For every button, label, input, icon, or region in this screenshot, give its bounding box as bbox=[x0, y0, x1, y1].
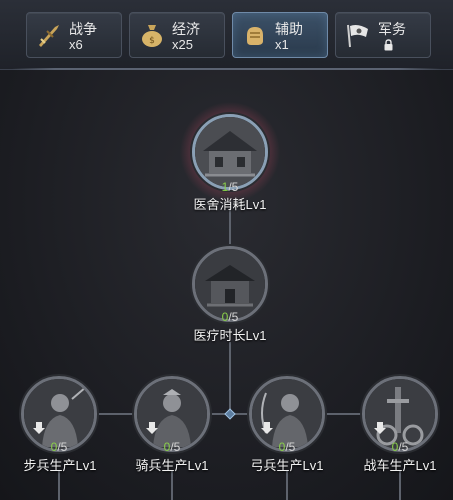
progress-text: 0/5 bbox=[132, 440, 212, 454]
node-frame bbox=[192, 114, 268, 190]
category-tab-bar: 战争 x6 $ 经济 x25 辅助 x1 军务 bbox=[0, 0, 453, 70]
arrow-down-icon bbox=[374, 422, 386, 434]
connector-line bbox=[229, 342, 231, 414]
chariot-icon bbox=[365, 379, 435, 449]
node-name: 骑兵生产Lv1 bbox=[135, 458, 209, 473]
svg-text:$: $ bbox=[149, 36, 155, 46]
sword-icon bbox=[39, 25, 59, 47]
money-bag-icon: $ bbox=[142, 25, 162, 47]
progress-text: 0/5 bbox=[19, 440, 99, 454]
connector-line bbox=[58, 470, 60, 500]
tab-label: 战争 bbox=[69, 21, 97, 37]
connector-junction bbox=[224, 408, 236, 420]
node-name: 医疗时长Lv1 bbox=[193, 328, 267, 343]
node-name: 医舍消耗Lv1 bbox=[193, 197, 267, 212]
tab-economy[interactable]: $ 经济 x25 bbox=[129, 12, 225, 58]
progress-total: /5 bbox=[228, 310, 239, 324]
progress-text: 0/5 bbox=[360, 440, 440, 454]
node-name: 弓兵生产Lv1 bbox=[250, 458, 324, 473]
lock-icon bbox=[384, 39, 393, 51]
cavalry-icon bbox=[137, 379, 207, 449]
progress-text: 1/5 bbox=[190, 180, 270, 194]
connector-line bbox=[399, 470, 401, 500]
tab-label: 军务 bbox=[378, 21, 406, 37]
arrow-down-icon bbox=[146, 422, 158, 434]
node-name: 战车生产Lv1 bbox=[363, 458, 437, 473]
tab-war[interactable]: 战争 x6 bbox=[26, 12, 122, 58]
archer-icon bbox=[252, 379, 322, 449]
tech-tree: 1/5 医舍消耗Lv1 0/5 医疗时长Lv1 0/5 步兵生产Lv1 0/5 … bbox=[0, 70, 453, 500]
fist-icon bbox=[247, 27, 263, 45]
progress-total: /5 bbox=[228, 180, 239, 194]
tech-node-infirmary-cost[interactable] bbox=[178, 100, 282, 204]
flag-icon bbox=[347, 24, 368, 48]
progress-text: 0/5 bbox=[247, 440, 327, 454]
tab-label: 经济 bbox=[172, 21, 200, 37]
tab-count: x6 bbox=[69, 37, 83, 52]
connector-line bbox=[286, 470, 288, 500]
tab-label: 辅助 bbox=[275, 21, 303, 37]
progress-total: /5 bbox=[170, 440, 181, 454]
infantry-icon bbox=[24, 379, 94, 449]
arrow-down-icon bbox=[261, 422, 273, 434]
progress-total: /5 bbox=[398, 440, 409, 454]
progress-total: /5 bbox=[57, 440, 68, 454]
progress-text: 0/5 bbox=[190, 310, 270, 324]
tab-support[interactable]: 辅助 x1 bbox=[232, 12, 328, 58]
tech-tree-screen: 战争 x6 $ 经济 x25 辅助 x1 军务 1/5 医舍消耗Lv1 0/5 … bbox=[0, 0, 453, 500]
connector-line bbox=[171, 470, 173, 500]
node-name: 步兵生产Lv1 bbox=[23, 458, 97, 473]
arrow-down-icon bbox=[33, 422, 45, 434]
tab-military-affairs[interactable]: 军务 bbox=[335, 12, 431, 58]
building-icon bbox=[195, 249, 265, 319]
building-icon bbox=[195, 117, 265, 187]
progress-total: /5 bbox=[285, 440, 296, 454]
tab-count: x1 bbox=[275, 37, 289, 52]
tab-count: x25 bbox=[172, 37, 193, 52]
